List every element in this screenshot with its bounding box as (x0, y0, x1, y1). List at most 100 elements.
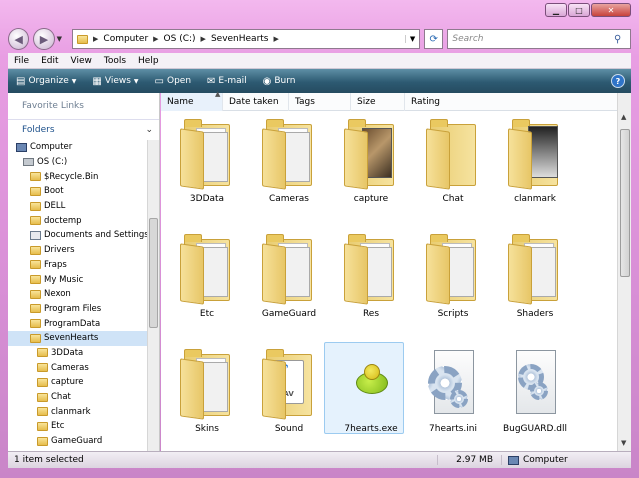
menu-bar: File Edit View Tools Help (8, 53, 631, 69)
tree-item[interactable]: Computer (8, 140, 159, 155)
scroll-up-arrow-icon[interactable]: ▲ (621, 113, 626, 121)
folder-icon: ♪WAV (260, 346, 318, 420)
scroll-down-arrow-icon[interactable]: ▼ (621, 439, 626, 447)
tree-item[interactable]: capture (8, 375, 159, 390)
tree-item[interactable]: doctemp (8, 213, 159, 228)
file-item[interactable]: Shaders (491, 231, 579, 319)
close-button[interactable]: ✕ (591, 3, 631, 17)
tree-item[interactable]: SevenHearts (8, 330, 159, 346)
tree-item-label: Cameras (51, 362, 89, 373)
burn-button[interactable]: ◉ Burn (255, 76, 304, 87)
tree-item-label: Documents and Settings (44, 230, 149, 241)
views-label: Views (104, 76, 131, 86)
tree-item[interactable]: Documents and Settings (8, 228, 159, 243)
email-label: E-mail (218, 76, 247, 86)
tree-item-label: OS (C:) (37, 157, 68, 168)
address-bar[interactable]: ▶ Computer ▶ OS (C:) ▶ SevenHearts ▶ ▼ (72, 29, 421, 49)
tree-item[interactable]: OS (C:) (8, 155, 159, 170)
tree-item[interactable]: Etc (8, 419, 159, 434)
computer-icon (16, 142, 27, 152)
breadcrumb-sevenhearts[interactable]: SevenHearts (211, 34, 269, 44)
tree-item[interactable]: Chat (8, 390, 159, 405)
content-scrollbar-thumb[interactable] (620, 129, 630, 277)
views-button[interactable]: ▦ Views ▼ (84, 76, 146, 87)
chevron-down-icon: ⌄ (145, 125, 153, 135)
favorite-links-header[interactable]: Favorite Links (8, 93, 159, 120)
file-item[interactable]: Scripts (409, 231, 497, 319)
breadcrumb-os-c[interactable]: OS (C:) (164, 34, 196, 44)
maximize-button[interactable]: □ (568, 3, 590, 17)
content-scrollbar[interactable]: ▲ ▼ (617, 93, 631, 451)
menu-tools[interactable]: Tools (98, 56, 132, 66)
tree-item[interactable]: Drivers (8, 243, 159, 258)
file-item[interactable]: 7hearts.exe (324, 342, 415, 434)
file-item-label: Skins (195, 424, 219, 434)
search-input[interactable]: Search ⚲ (447, 29, 632, 49)
column-date-taken[interactable]: Date taken (223, 92, 289, 111)
email-button[interactable]: ✉ E-mail (199, 76, 255, 87)
column-name[interactable]: Name (161, 92, 223, 111)
tree-item[interactable]: Program Files (8, 302, 159, 317)
file-item[interactable]: capture (327, 116, 415, 204)
file-item[interactable]: Skins (163, 346, 251, 434)
tree-item[interactable]: Nexon (8, 287, 159, 302)
tree-item[interactable]: My Music (8, 272, 159, 287)
file-item[interactable]: ♪WAV Sound (245, 346, 333, 434)
tree-item[interactable]: 3DData (8, 346, 159, 361)
folder-icon (30, 333, 41, 343)
help-button[interactable]: ? (611, 74, 625, 88)
organize-button[interactable]: ▤ Organize ▼ (8, 76, 84, 87)
file-item[interactable]: Chat (409, 116, 497, 204)
tree-scrollbar-thumb[interactable] (149, 218, 158, 328)
folder-icon (30, 201, 41, 211)
open-button[interactable]: ▭ Open (147, 76, 200, 87)
refresh-button[interactable]: ⟳ (424, 29, 444, 49)
file-item[interactable]: Etc (163, 231, 251, 319)
tree-item[interactable]: ProgramData (8, 316, 159, 331)
tree-item[interactable]: Fraps (8, 258, 159, 273)
file-item[interactable]: Res (327, 231, 415, 319)
menu-file[interactable]: File (8, 56, 35, 66)
tree-item[interactable]: Boot (8, 184, 159, 199)
tree-item-label: capture (51, 377, 84, 388)
tree-scrollbar[interactable] (147, 140, 159, 451)
chevron-right-icon[interactable]: ▶ (274, 35, 279, 43)
folder-icon (30, 275, 41, 285)
chevron-right-icon[interactable]: ▶ (93, 35, 98, 43)
file-item[interactable]: GameGuard (245, 231, 333, 319)
minimize-button[interactable]: ▁ (545, 3, 567, 17)
chevron-right-icon[interactable]: ▶ (201, 35, 206, 43)
file-item[interactable]: Cameras (245, 116, 333, 204)
tree-item[interactable]: Cameras (8, 360, 159, 375)
tree-item-label: doctemp (44, 215, 82, 226)
folders-header[interactable]: Folders ⌄ (8, 120, 159, 140)
breadcrumb-computer[interactable]: Computer (103, 34, 148, 44)
folder-icon (37, 363, 48, 373)
back-button[interactable]: ◀ (8, 28, 30, 50)
tree-item-label: 3DData (51, 347, 84, 358)
menu-edit[interactable]: Edit (35, 56, 64, 66)
tree-item[interactable]: $Recycle.Bin (8, 169, 159, 184)
file-item-label: GameGuard (261, 309, 317, 319)
column-size[interactable]: Size (351, 92, 405, 111)
file-item[interactable]: clanmark (491, 116, 579, 204)
file-item[interactable]: BugGUARD.dll (491, 346, 579, 434)
menu-view[interactable]: View (65, 56, 98, 66)
recent-pages-dropdown[interactable]: ▼ (57, 35, 62, 43)
column-tags[interactable]: Tags (289, 92, 351, 111)
chevron-right-icon[interactable]: ▶ (153, 35, 158, 43)
file-item[interactable]: 7hearts.ini (409, 346, 497, 434)
search-icon[interactable]: ⚲ (614, 34, 630, 45)
folder-icon (424, 231, 482, 305)
tree-item[interactable]: DELL (8, 199, 159, 214)
forward-button[interactable]: ▶ (33, 28, 55, 50)
column-rating[interactable]: Rating (405, 93, 465, 111)
refresh-icon: ⟳ (429, 33, 438, 45)
file-item-label: Shaders (516, 309, 554, 319)
tree-item[interactable]: GameGuard (8, 434, 159, 449)
folder-icon (77, 34, 89, 44)
menu-help[interactable]: Help (132, 56, 165, 66)
address-dropdown[interactable]: ▼ (405, 35, 419, 43)
tree-item[interactable]: clanmark (8, 404, 159, 419)
file-item[interactable]: 3DData (163, 116, 251, 204)
